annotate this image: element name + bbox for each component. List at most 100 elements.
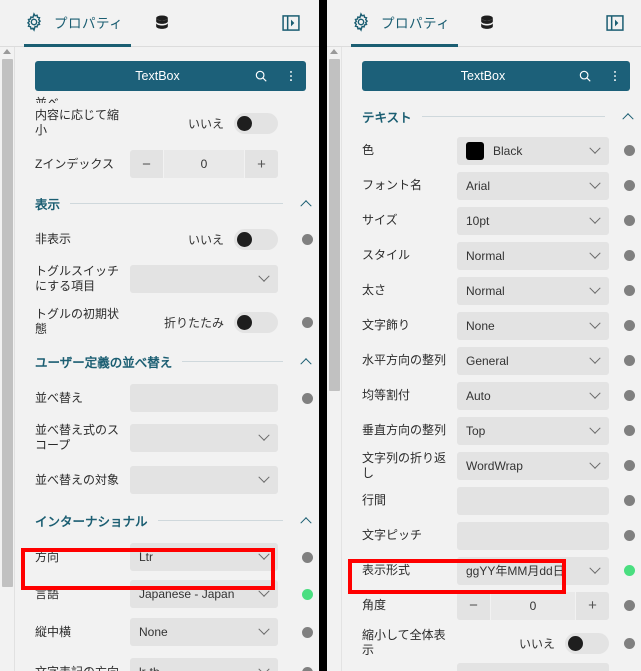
chevron-down-icon[interactable] [256, 270, 272, 283]
text-field[interactable] [457, 486, 609, 515]
object-title-bar-right[interactable]: TextBox [362, 61, 630, 91]
chevron-down-icon[interactable] [587, 352, 603, 365]
dropdown-field[interactable] [130, 265, 278, 293]
status-dot[interactable] [623, 320, 635, 331]
status-dot[interactable] [623, 145, 635, 156]
dropdown-field[interactable]: 10pt [457, 206, 609, 235]
stepper-increment-button[interactable]: + [576, 591, 609, 620]
status-dot[interactable] [301, 551, 313, 563]
chevron-down-icon[interactable] [587, 422, 603, 435]
dropdown-field[interactable]: Ltr [130, 543, 278, 571]
status-dot[interactable] [623, 180, 635, 191]
gear-icon [351, 12, 371, 32]
dropdown-field-language[interactable]: Japanese - Japan [130, 580, 278, 608]
dropdown-field[interactable]: None [130, 618, 278, 646]
toggle-switch[interactable] [565, 632, 609, 654]
object-title-bar-left[interactable]: TextBox [35, 61, 306, 91]
status-dot[interactable] [623, 285, 635, 296]
stepper-decrement-button[interactable]: − [130, 150, 163, 178]
tab-database-right[interactable] [477, 0, 497, 46]
status-dot[interactable] [623, 390, 635, 401]
dropdown-field-display-format[interactable]: ggYY年MM月dd日 [457, 556, 609, 585]
dropdown-field[interactable]: WordWrap [457, 451, 609, 480]
group-header[interactable]: 表示 [16, 185, 319, 221]
status-dot[interactable] [623, 425, 635, 436]
chevron-down-icon[interactable] [256, 429, 272, 442]
color-dropdown-field[interactable]: Black [457, 136, 609, 165]
status-dot[interactable] [623, 460, 635, 471]
text-field[interactable] [457, 521, 609, 550]
scroll-up-arrow-icon[interactable] [3, 49, 11, 54]
chevron-down-icon[interactable] [587, 317, 603, 330]
toggle-switch[interactable] [234, 112, 278, 134]
tab-database-left[interactable] [152, 0, 172, 46]
dropdown-field[interactable] [130, 424, 278, 452]
dropdown-field[interactable]: Normal [457, 241, 609, 270]
status-dot[interactable] [301, 666, 313, 671]
status-dot[interactable] [623, 355, 635, 366]
dropdown-field[interactable]: lr-tb [130, 658, 278, 671]
dropdown-field[interactable]: Auto [457, 381, 609, 410]
group-header[interactable]: テキスト [343, 99, 641, 133]
search-icon[interactable] [246, 69, 276, 83]
stepper-increment-button[interactable]: + [245, 150, 278, 178]
status-dot[interactable] [301, 392, 313, 404]
dropdown-field[interactable] [457, 663, 609, 671]
group-header[interactable]: インターナショナル [16, 501, 319, 539]
collapse-chevron-up-icon[interactable] [293, 357, 319, 370]
status-dot[interactable] [623, 250, 635, 261]
dropdown-field[interactable]: Arial [457, 171, 609, 200]
status-dot[interactable] [623, 637, 635, 649]
stepper-decrement-button[interactable]: − [457, 591, 490, 620]
dropdown-field[interactable]: Top [457, 416, 609, 445]
toggle-switch[interactable] [234, 228, 278, 250]
scrollbar-thumb[interactable] [329, 59, 340, 391]
status-dot-modified[interactable] [301, 588, 313, 600]
vertical-scrollbar-right[interactable] [327, 47, 342, 671]
chevron-down-icon[interactable] [587, 282, 603, 295]
status-dot[interactable] [623, 215, 635, 226]
tab-properties-right[interactable]: プロパティ [351, 0, 459, 47]
text-field[interactable] [130, 384, 278, 412]
chevron-down-icon[interactable] [256, 585, 272, 598]
stepper-value[interactable]: 0 [491, 591, 575, 620]
status-dot[interactable] [301, 233, 313, 245]
toggle-switch[interactable] [234, 311, 278, 333]
dropdown-field[interactable]: General [457, 346, 609, 375]
scrollbar-thumb[interactable] [2, 59, 13, 587]
dropdown-field[interactable] [130, 466, 278, 494]
status-dot[interactable] [623, 600, 635, 611]
scroll-up-arrow-icon[interactable] [330, 49, 338, 54]
vertical-scrollbar-left[interactable] [0, 47, 15, 671]
chevron-down-icon[interactable] [587, 247, 603, 260]
more-vertical-icon[interactable] [600, 69, 630, 83]
status-dot[interactable] [623, 530, 635, 541]
chevron-down-icon[interactable] [587, 387, 603, 400]
tab-properties-left[interactable]: プロパティ [24, 0, 132, 47]
collapse-chevron-up-icon[interactable] [615, 112, 641, 125]
status-dot[interactable] [623, 495, 635, 506]
chevron-down-icon[interactable] [587, 142, 603, 155]
status-dot[interactable] [301, 626, 313, 638]
dropdown-field[interactable]: None [457, 311, 609, 340]
property-status-dot-slot [617, 285, 641, 296]
chevron-down-icon[interactable] [587, 177, 603, 190]
chevron-down-icon[interactable] [256, 548, 272, 561]
chevron-down-icon[interactable] [587, 562, 603, 575]
chevron-down-icon[interactable] [587, 212, 603, 225]
dropdown-field[interactable]: Normal [457, 276, 609, 305]
stepper-value[interactable]: 0 [164, 150, 244, 178]
status-dot[interactable] [301, 316, 313, 328]
chevron-down-icon[interactable] [587, 457, 603, 470]
collapse-chevron-up-icon[interactable] [293, 516, 319, 529]
panel-collapse-icon-right[interactable] [605, 13, 625, 33]
collapse-chevron-up-icon[interactable] [293, 199, 319, 212]
chevron-down-icon[interactable] [256, 471, 272, 484]
group-header[interactable]: ユーザー定義の並べ替え [16, 343, 319, 379]
property-control: いいえ [457, 632, 617, 654]
panel-collapse-icon-left[interactable] [281, 13, 301, 33]
chevron-down-icon[interactable] [256, 623, 272, 636]
status-dot-modified[interactable] [623, 565, 635, 576]
more-vertical-icon[interactable] [276, 69, 306, 83]
search-icon[interactable] [570, 69, 600, 83]
